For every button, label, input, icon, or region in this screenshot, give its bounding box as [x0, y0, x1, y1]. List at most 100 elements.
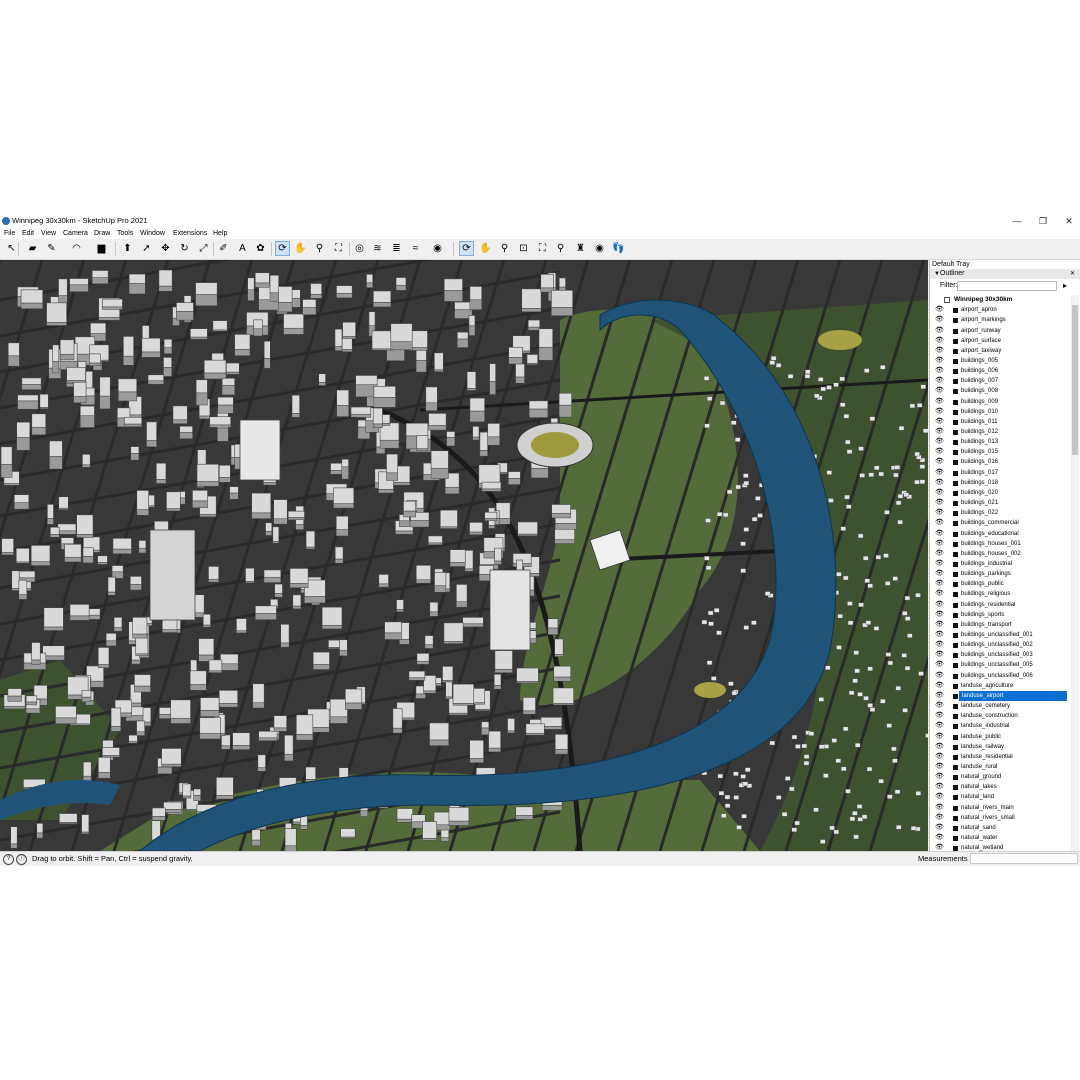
menu-edit[interactable]: Edit	[22, 229, 34, 239]
menu-extensions[interactable]: Extensions	[173, 229, 207, 239]
visibility-eye-icon[interactable]: 👁	[935, 630, 944, 640]
outliner-item[interactable]: 👁 buildings_industrial	[930, 559, 1070, 569]
instructor-icon[interactable]: ?	[3, 854, 14, 865]
move-icon[interactable]: ✥	[158, 241, 173, 256]
city-model-scene[interactable]	[0, 260, 928, 851]
menu-help[interactable]: Help	[213, 229, 227, 239]
visibility-eye-icon[interactable]: 👁	[935, 508, 944, 518]
maximize-button[interactable]: ❐	[1037, 215, 1049, 227]
menu-tools[interactable]: Tools	[117, 229, 133, 239]
visibility-eye-icon[interactable]: 👁	[935, 610, 944, 620]
visibility-eye-icon[interactable]: 👁	[935, 732, 944, 742]
outliner-item[interactable]: 👁 buildings_015	[930, 447, 1070, 457]
3d-viewport[interactable]	[0, 260, 928, 851]
visibility-eye-icon[interactable]: 👁	[935, 366, 944, 376]
outliner-item[interactable]: 👁 buildings_unclassified_001	[930, 630, 1070, 640]
outliner-item[interactable]: 👁 buildings_houses_001	[930, 539, 1070, 549]
visibility-eye-icon[interactable]: 👁	[935, 478, 944, 488]
visibility-eye-icon[interactable]: 👁	[935, 691, 944, 701]
outliner-close-icon[interactable]: ✕	[1070, 269, 1075, 279]
zoom-extents-icon[interactable]: ⛶	[331, 241, 346, 256]
visibility-eye-icon[interactable]: 👁	[935, 711, 944, 721]
outliner-item[interactable]: 👁 natural_ground	[930, 772, 1070, 782]
follow-me-icon[interactable]: ➚	[139, 241, 154, 256]
geo-icon[interactable]: ≈	[408, 241, 423, 256]
outliner-item[interactable]: 👁 natural_rivers_main	[930, 803, 1070, 813]
visibility-eye-icon[interactable]: 👁	[935, 427, 944, 437]
outliner-item[interactable]: 👁 buildings_016	[930, 457, 1070, 467]
outliner-item[interactable]: 👁 landuse_construction	[930, 711, 1070, 721]
visibility-eye-icon[interactable]: 👁	[935, 823, 944, 833]
outliner-item[interactable]: 👁 natural_water	[930, 833, 1070, 843]
outliner-item[interactable]: 👁 buildings_021	[930, 498, 1070, 508]
minimize-button[interactable]: —	[1011, 215, 1023, 227]
visibility-eye-icon[interactable]: 👁	[935, 407, 944, 417]
outliner-item[interactable]: 👁 landuse_industrial	[930, 721, 1070, 731]
visibility-eye-icon[interactable]: 👁	[935, 488, 944, 498]
outliner-item[interactable]: 👁 buildings_005	[930, 356, 1070, 366]
outliner-item[interactable]: 👁 buildings_012	[930, 427, 1070, 437]
outliner-item[interactable]: 👁 natural_wetland	[930, 843, 1070, 851]
visibility-eye-icon[interactable]: 👁	[935, 376, 944, 386]
outliner-item[interactable]: 👁 landuse_public	[930, 732, 1070, 742]
visibility-eye-icon[interactable]: 👁	[935, 417, 944, 427]
visibility-eye-icon[interactable]: 👁	[935, 326, 944, 336]
outliner-item[interactable]: 👁 buildings_transport	[930, 620, 1070, 630]
outliner-item[interactable]: 👁 buildings_006	[930, 366, 1070, 376]
visibility-eye-icon[interactable]: 👁	[935, 803, 944, 813]
visibility-eye-icon[interactable]: 👁	[935, 315, 944, 325]
outliner-item[interactable]: 👁 landuse_agriculture	[930, 681, 1070, 691]
outliner-item[interactable]: 👁 buildings_houses_002	[930, 549, 1070, 559]
pencil-icon[interactable]: ✎	[44, 241, 59, 256]
outliner-item[interactable]: 👁 buildings_unclassified_006	[930, 671, 1070, 681]
outliner-item[interactable]: 👁 buildings_009	[930, 397, 1070, 407]
outliner-item[interactable]: 👁 natural_land	[930, 792, 1070, 802]
text-icon[interactable]: A	[235, 241, 250, 256]
outliner-item[interactable]: 👁 buildings_013	[930, 437, 1070, 447]
visibility-eye-icon[interactable]: 👁	[935, 782, 944, 792]
visibility-eye-icon[interactable]: 👁	[935, 356, 944, 366]
visibility-eye-icon[interactable]: 👁	[935, 681, 944, 691]
zoom-view-icon[interactable]: ⚲	[497, 241, 512, 256]
outliner-item[interactable]: 👁 airport_runway	[930, 326, 1070, 336]
visibility-eye-icon[interactable]: 👁	[935, 336, 944, 346]
outliner-item[interactable]: 👁 landuse_rural	[930, 762, 1070, 772]
visibility-eye-icon[interactable]: 👁	[935, 762, 944, 772]
visibility-eye-icon[interactable]: 👁	[935, 620, 944, 630]
outliner-item[interactable]: 👁 landuse_railway	[930, 742, 1070, 752]
visibility-eye-icon[interactable]: 👁	[935, 589, 944, 599]
previous-view-icon[interactable]: ⚲	[553, 241, 568, 256]
visibility-eye-icon[interactable]: 👁	[935, 792, 944, 802]
add-location-icon[interactable]: ◎	[352, 241, 367, 256]
tape-measure-icon[interactable]: ✐	[216, 241, 231, 256]
visibility-eye-icon[interactable]: 👁	[935, 457, 944, 467]
outliner-item[interactable]: 👁 natural_lakes	[930, 782, 1070, 792]
arc-icon[interactable]: ◠	[69, 241, 84, 256]
filter-options-icon[interactable]: ▸	[1063, 281, 1067, 291]
terrain-icon[interactable]: ≋	[370, 241, 385, 256]
visibility-eye-icon[interactable]: 👁	[935, 549, 944, 559]
visibility-eye-icon[interactable]: 👁	[935, 833, 944, 843]
outliner-item[interactable]: 👁 buildings_010	[930, 407, 1070, 417]
outliner-item[interactable]: 👁 buildings_residential	[930, 600, 1070, 610]
outliner-item[interactable]: 👁 buildings_sports	[930, 610, 1070, 620]
outliner-item[interactable]: 👁 buildings_public	[930, 579, 1070, 589]
outliner-item[interactable]: 👁 buildings_018	[930, 478, 1070, 488]
menu-file[interactable]: File	[4, 229, 15, 239]
visibility-eye-icon[interactable]: 👁	[935, 671, 944, 681]
visibility-eye-icon[interactable]: 👁	[935, 386, 944, 396]
scale-icon[interactable]: ⤢	[196, 241, 211, 256]
visibility-eye-icon[interactable]: 👁	[935, 518, 944, 528]
geolocation-icon[interactable]: ⓘ	[16, 854, 27, 865]
visibility-eye-icon[interactable]: 👁	[935, 660, 944, 670]
outliner-item[interactable]: 👁 buildings_011	[930, 417, 1070, 427]
outliner-item[interactable]: 👁 natural_sand	[930, 823, 1070, 833]
visibility-eye-icon[interactable]: 👁	[935, 569, 944, 579]
visibility-eye-icon[interactable]: 👁	[935, 447, 944, 457]
menu-window[interactable]: Window	[140, 229, 165, 239]
outliner-header[interactable]: ▼ Outliner ✕	[930, 269, 1080, 279]
visibility-eye-icon[interactable]: 👁	[935, 498, 944, 508]
paint-bucket-icon[interactable]: ✿	[253, 241, 268, 256]
pan-view-icon[interactable]: ✋	[478, 241, 493, 256]
outliner-item[interactable]: 👁 airport_markings	[930, 315, 1070, 325]
